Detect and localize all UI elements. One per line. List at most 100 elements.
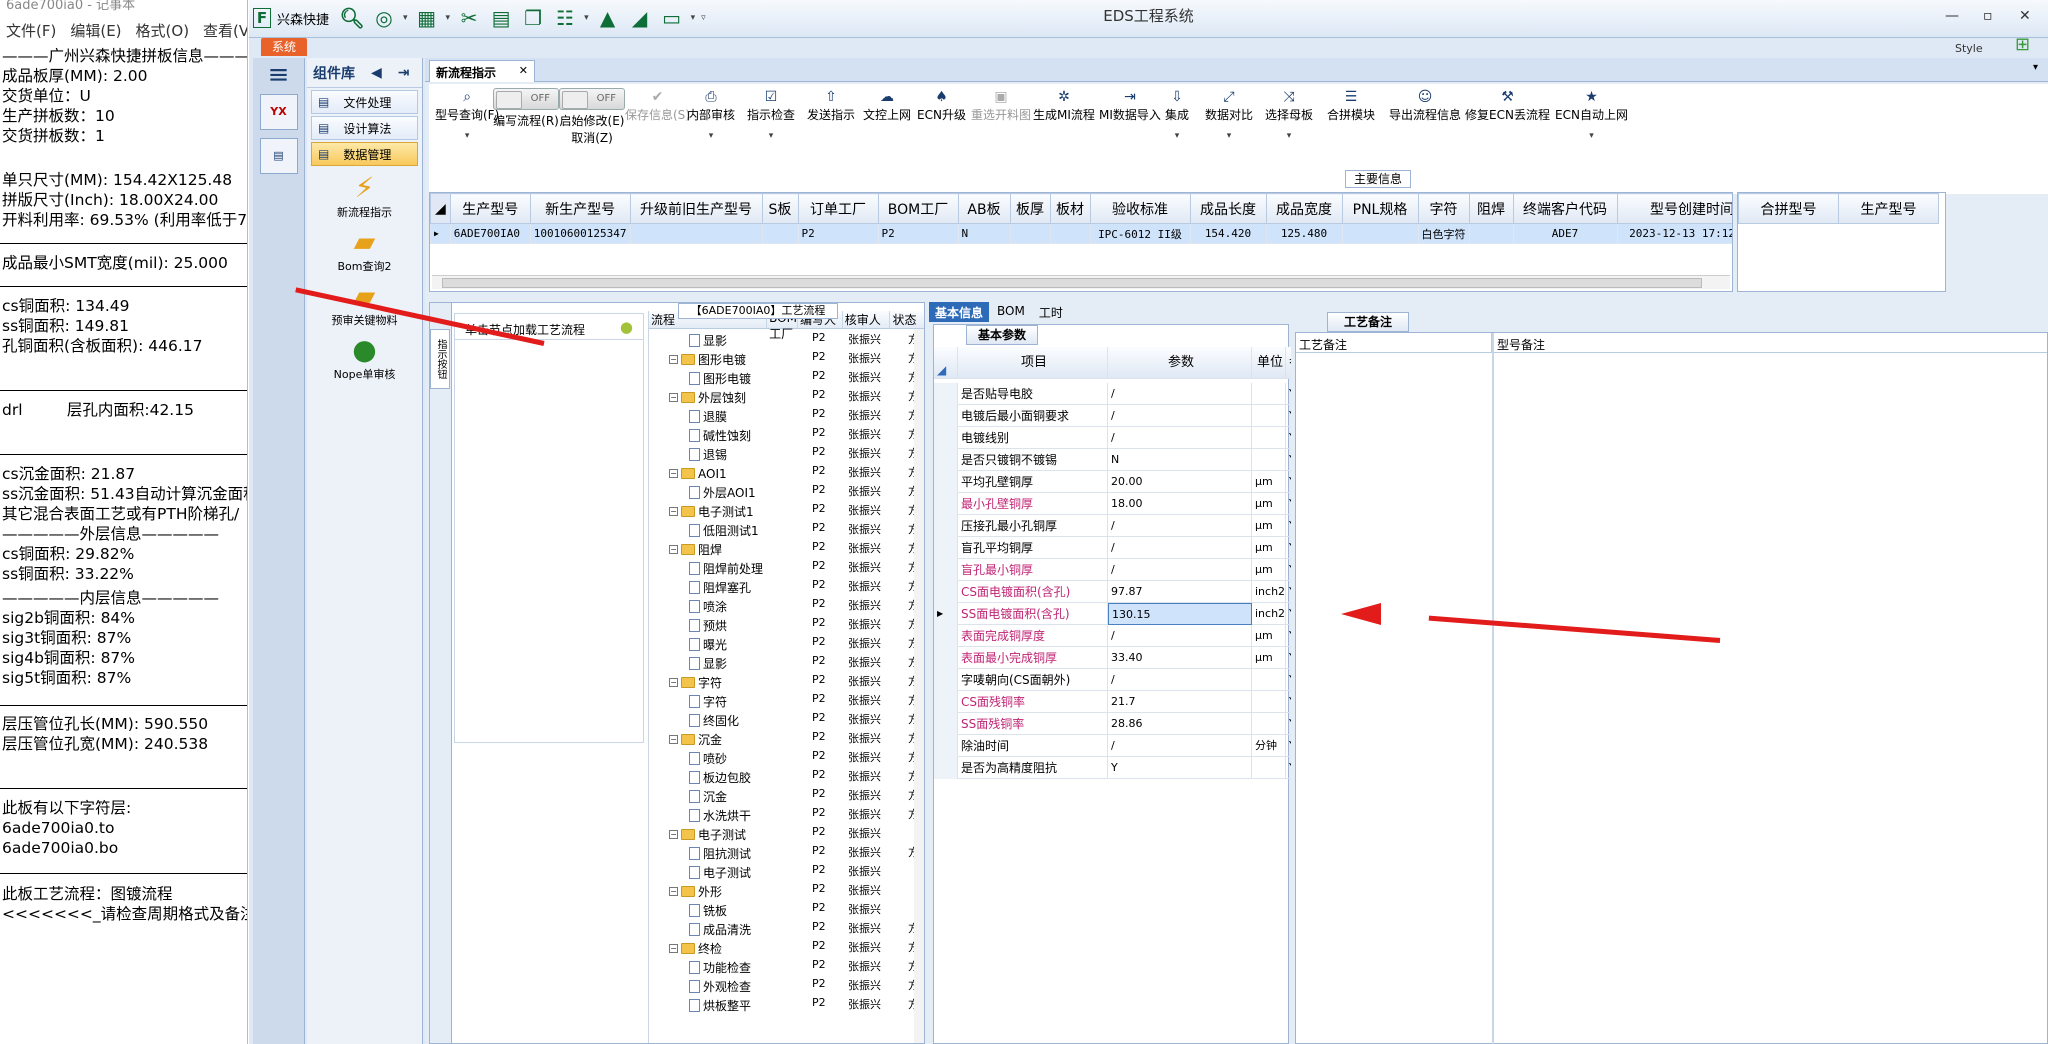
tree-row[interactable]: 终固化P2张振兴方幸幸已审核 [649, 711, 924, 730]
notepad-menu-item[interactable]: 编辑(E) [70, 20, 121, 40]
dropdown-icon[interactable]: ▾ [747, 131, 795, 141]
param-cell[interactable]: 盲孔平均铜厚 [958, 537, 1108, 559]
tree-row[interactable]: 外观检查P2张振兴方幸幸已审核 [649, 977, 924, 996]
chart-icon[interactable]: ◢ [627, 5, 653, 31]
product-grid[interactable]: ◢ 生产型号 新生产型号 升级前旧生产型号 S板 订单工厂 BOM工厂 AB板 板厚 板材 验收标准… [429, 192, 1733, 292]
toggle-switch[interactable]: OFF [493, 88, 559, 110]
param-cell[interactable]: 字唛朝向(CS面朝外) [958, 669, 1108, 691]
param-cell[interactable]: 130.15 [1108, 603, 1252, 625]
toolbar-button[interactable]: ⇩ 集成 ▾ [1165, 88, 1189, 141]
param-cell[interactable]: Y [1286, 581, 1291, 603]
param-row[interactable]: CS面残铜率21.7 Y [934, 691, 1291, 713]
info-tab[interactable]: BOM [991, 302, 1031, 322]
dropdown-icon[interactable]: ▾ [1555, 131, 1628, 141]
param-cell[interactable]: N [1108, 449, 1252, 471]
collapse-left-icon[interactable]: ◀ [371, 65, 382, 81]
column-header[interactable]: 板厚 [1009, 193, 1051, 224]
param-cell[interactable]: Y [1286, 515, 1291, 537]
param-cell[interactable]: SS面电镀面积(含孔) [958, 603, 1108, 625]
collapse-icon[interactable]: − [669, 545, 678, 554]
tree-row[interactable]: −阻焊P2张振兴方幸幸已审核 [649, 540, 924, 559]
param-cell[interactable]: CS面电镀面积(含孔) [958, 581, 1108, 603]
tree-row[interactable]: 水洗烘干P2张振兴方幸幸已审核 [649, 806, 924, 825]
param-row[interactable]: 盲孔平均铜厚/μmY [934, 537, 1291, 559]
param-column-header[interactable]: 单位 [1252, 347, 1286, 379]
tree-row[interactable]: 喷涂P2张振兴方幸幸已审核 [649, 597, 924, 616]
info-tab[interactable]: 工时 [1033, 302, 1069, 322]
collapse-icon[interactable]: − [669, 944, 678, 953]
param-cell[interactable]: μm [1252, 515, 1286, 537]
param-row[interactable]: 字唛朝向(CS面朝外)/ Y [934, 669, 1291, 691]
tree-row[interactable]: 成品清洗P2张振兴方幸幸已审核 [649, 920, 924, 939]
copy-icon[interactable]: ❐ [520, 5, 546, 31]
customize-icon[interactable]: ▿ [701, 13, 706, 23]
column-header[interactable]: 阻焊 [1468, 193, 1514, 224]
grid-cell[interactable] [1341, 223, 1419, 244]
param-cell[interactable]: Y [1286, 647, 1291, 669]
flow-column-header[interactable]: 状态 [890, 311, 924, 328]
param-cell[interactable]: inch2 [1252, 603, 1286, 625]
toolbar-button[interactable]: ⤢ 数据对比 ▾ [1205, 88, 1253, 141]
tree-row[interactable]: 显影P2张振兴方幸幸已审核 [649, 331, 924, 350]
param-cell[interactable]: / [1108, 537, 1252, 559]
param-cell[interactable] [1252, 427, 1286, 449]
grid-cell[interactable]: 154.420 [1189, 223, 1267, 244]
param-cell[interactable]: Y [1286, 559, 1291, 581]
tree-row[interactable]: 阻抗测试P2张振兴方幸幸已审核 [649, 844, 924, 863]
tree-row[interactable]: −图形电镀P2张振兴方幸幸已审核 [649, 350, 924, 369]
flow-column-header[interactable]: 核审人 [843, 311, 891, 328]
param-cell[interactable]: Y [1286, 471, 1291, 493]
grid-cell[interactable] [761, 223, 799, 244]
dropdown-icon[interactable]: ▾ [687, 131, 735, 141]
toolbar-button[interactable]: ☺ 导出流程信息 [1389, 88, 1461, 123]
tree-row[interactable]: 外层AOI1P2张振兴方幸幸已审核 [649, 483, 924, 502]
param-cell[interactable]: SS面残铜率 [958, 713, 1108, 735]
param-row[interactable]: 是否贴导电胶/ Y [934, 383, 1291, 405]
tab-close-icon[interactable]: ✕ [519, 64, 528, 79]
param-cell[interactable]: / [1108, 735, 1252, 757]
param-row[interactable]: 压接孔最小孔铜厚/μmY [934, 515, 1291, 537]
tree-row[interactable]: −电子测试1P2张振兴方幸幸已审核 [649, 502, 924, 521]
param-cell[interactable]: 21.7 [1108, 691, 1252, 713]
param-cell[interactable]: Y [1286, 735, 1291, 757]
grid-cell[interactable] [629, 223, 763, 244]
collapse-icon[interactable]: − [669, 469, 678, 478]
toolbar-button[interactable]: ☰ 合拼模块 [1327, 88, 1375, 123]
pin-icon[interactable]: ⇥ [398, 65, 410, 81]
param-cell[interactable]: μm [1252, 625, 1286, 647]
collapse-icon[interactable]: − [669, 830, 678, 839]
tree-row[interactable]: −沉金P2张振兴方幸幸已审核 [649, 730, 924, 749]
toolbar-button[interactable]: ⚒ 修复ECN丢流程 [1465, 88, 1550, 123]
nav-item[interactable]: ▤ 文件处理 [311, 90, 418, 114]
param-row[interactable]: 表面最小完成铜厚33.40μmY [934, 647, 1291, 669]
nav-tool[interactable]: ● Nope单审核 [307, 334, 422, 382]
param-cell[interactable]: 最小孔壁铜厚 [958, 493, 1108, 515]
param-cell[interactable] [1252, 405, 1286, 427]
search-icon[interactable]: 🔍︎ [339, 5, 365, 31]
tree-row[interactable]: 阻焊前处理P2张振兴方幸幸已审核 [649, 559, 924, 578]
remark-tab[interactable]: 工艺备注 [1327, 312, 1409, 332]
param-cell[interactable] [1252, 691, 1286, 713]
tree-row[interactable]: 显影P2张振兴方幸幸已审核 [649, 654, 924, 673]
collapse-icon[interactable]: − [669, 735, 678, 744]
param-cell[interactable]: / [1108, 559, 1252, 581]
grid-cell[interactable]: 6ADE700IA0 [449, 223, 531, 244]
grid-cell[interactable]: 2023-12-13 17:12:50 [1616, 223, 1732, 244]
param-cell[interactable]: / [1108, 383, 1252, 405]
param-cell[interactable]: Y [1286, 537, 1291, 559]
style-menu[interactable]: Style [1955, 42, 1983, 55]
param-cell[interactable]: 97.87 [1108, 581, 1252, 603]
param-cell[interactable]: / [1108, 669, 1252, 691]
tree-row[interactable]: −外层蚀刻P2张振兴方幸幸已审核 [649, 388, 924, 407]
tree-row[interactable]: 电子测试P2张振兴已编写 [649, 863, 924, 882]
column-header[interactable]: 合拼型号 [1738, 193, 1839, 224]
minimize-icon[interactable]: — [1945, 8, 1959, 24]
restore-icon[interactable]: ▫ [1983, 8, 1993, 24]
param-row[interactable]: 平均孔壁铜厚20.00μmY [934, 471, 1291, 493]
param-column-header[interactable]: 参... [1286, 347, 1291, 379]
param-cell[interactable]: Y [1286, 449, 1291, 471]
toggle-switch[interactable]: OFF [559, 88, 625, 110]
param-cell[interactable]: / [1108, 405, 1252, 427]
lifebuoy-icon[interactable]: ◎ [371, 5, 397, 31]
param-cell[interactable]: Y [1108, 757, 1252, 779]
